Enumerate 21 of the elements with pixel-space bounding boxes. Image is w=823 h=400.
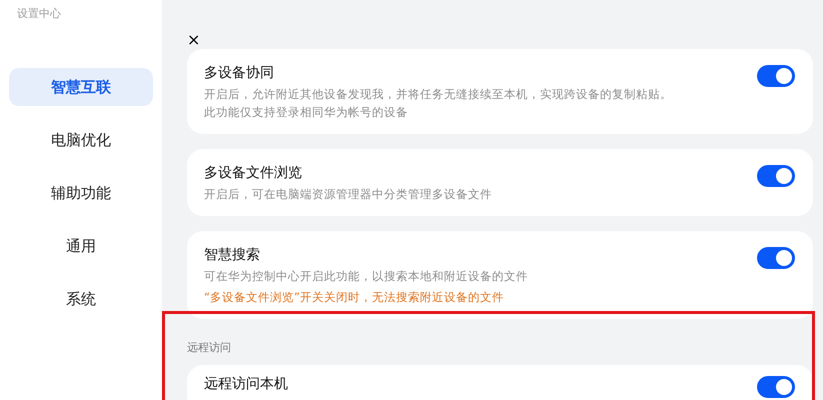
toggle-switch[interactable]: [757, 247, 795, 269]
setting-description: 开启后，可在电脑端资源管理器中分类管理多设备文件: [204, 187, 493, 202]
sidebar-item[interactable]: 系统: [9, 280, 153, 318]
sidebar-item[interactable]: 通用: [9, 227, 153, 265]
window-title: 设置中心: [16, 6, 61, 22]
toggle-switch[interactable]: [757, 65, 795, 87]
toggle-switch[interactable]: [757, 376, 795, 398]
sidebar-item[interactable]: 辅助功能: [9, 174, 153, 212]
sidebar-item[interactable]: 智慧互联: [9, 68, 153, 106]
setting-title: 智慧搜索: [204, 246, 261, 264]
setting-title: 远程访问本机: [204, 375, 289, 393]
sidebar-item[interactable]: 电脑优化: [9, 121, 153, 159]
setting-description: 可在华为控制中心开启此功能，以搜索本地和附近设备的文件: [204, 269, 529, 284]
warning-text: “多设备文件浏览”开关关闭时，无法搜索附近设备的文件: [204, 290, 505, 305]
section-heading: 远程访问: [187, 340, 232, 356]
setting-description: 开启后，允许附近其他设备发现我，并将任务无缝接续至本机，实现跨设备的复制粘贴。: [204, 87, 673, 102]
setting-description: 此功能仅支持登录相同华为帐号的设备: [204, 105, 409, 120]
setting-title: 多设备文件浏览: [204, 164, 303, 182]
close-button[interactable]: ×: [187, 30, 813, 49]
toggle-switch[interactable]: [757, 165, 795, 187]
setting-title: 多设备协同: [204, 64, 275, 82]
